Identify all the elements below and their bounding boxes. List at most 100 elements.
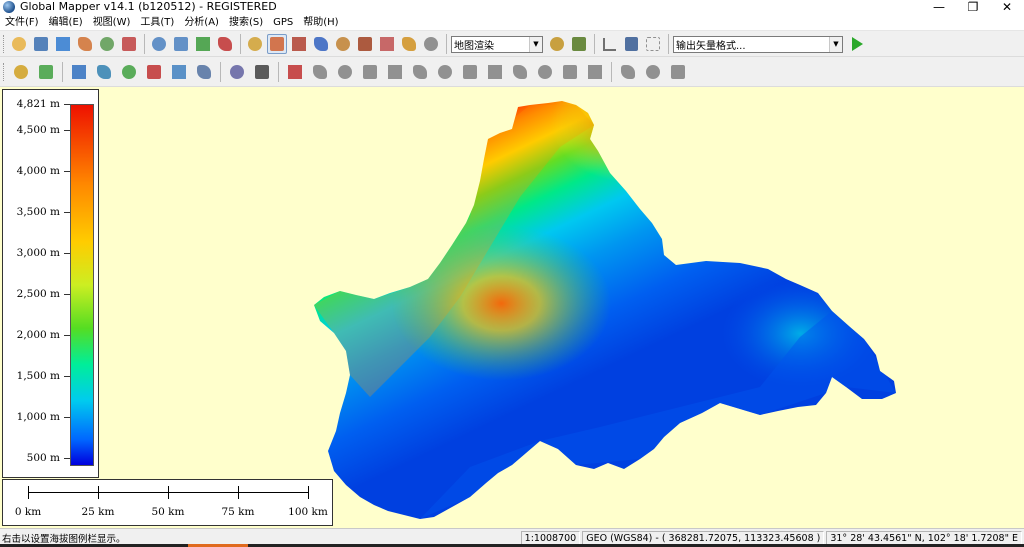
select-button[interactable] — [245, 34, 265, 54]
scale-bar[interactable]: 0 km 25 km 50 km 75 km 100 km — [2, 479, 333, 526]
shape-14-button[interactable] — [641, 60, 665, 84]
restore-button[interactable]: ❐ — [956, 0, 990, 14]
pan-button[interactable] — [267, 34, 287, 54]
draw-button[interactable] — [283, 60, 307, 84]
dem-raster — [314, 101, 896, 519]
shape-7-button[interactable] — [458, 60, 482, 84]
save-button[interactable] — [31, 34, 51, 54]
chevron-down-icon[interactable]: ▼ — [829, 36, 842, 52]
window-controls: — ❐ ✕ — [922, 0, 1024, 14]
digitizer-button[interactable] — [377, 34, 397, 54]
zoom-full-button[interactable] — [193, 34, 213, 54]
shape-8-button[interactable] — [483, 60, 507, 84]
close-button[interactable]: ✕ — [990, 0, 1024, 14]
shape-1-icon — [313, 64, 327, 79]
zoom-full-icon — [196, 37, 210, 51]
shape-8-icon — [488, 64, 502, 79]
create-point-button[interactable] — [67, 60, 91, 84]
overlay-icon — [100, 37, 114, 51]
menu-search[interactable]: 搜索(S) — [224, 14, 268, 31]
view-shed-icon — [358, 37, 372, 51]
menu-help[interactable]: 帮助(H) — [298, 14, 343, 31]
home-button[interactable] — [215, 34, 235, 54]
window-title: Global Mapper v14.1 (b120512) - REGISTER… — [20, 0, 277, 13]
toolbar-grip[interactable] — [3, 62, 6, 81]
path-tool-icon[interactable] — [599, 34, 619, 54]
menu-gps[interactable]: GPS — [268, 14, 298, 31]
shape-5-icon — [413, 64, 427, 79]
cad-button[interactable] — [142, 60, 166, 84]
overlay-button[interactable] — [97, 34, 117, 54]
toolbar-separator — [220, 61, 221, 82]
elevation-map[interactable] — [0, 87, 1024, 528]
shape-1-button[interactable] — [308, 60, 332, 84]
scale-label: 75 km — [221, 506, 255, 518]
create-area-button[interactable] — [9, 60, 33, 84]
shape-6-button[interactable] — [433, 60, 457, 84]
zoom-out-button[interactable] — [171, 34, 191, 54]
map-view[interactable]: 4,821 m 4,500 m 4,000 m 3,500 m 3,000 m 2,500… — [0, 87, 1024, 528]
app-window: Global Mapper v14.1 (b120512) - REGISTER… — [0, 0, 1024, 547]
toolbar-separator — [62, 61, 63, 82]
grid-button[interactable] — [192, 60, 216, 84]
config-button[interactable] — [119, 34, 139, 54]
shape-3-button[interactable] — [358, 60, 382, 84]
shape-4-button[interactable] — [383, 60, 407, 84]
3d-view-icon[interactable] — [569, 34, 589, 54]
split-button[interactable] — [117, 60, 141, 84]
shape-11-button[interactable] — [558, 60, 582, 84]
open-button[interactable] — [9, 34, 29, 54]
scale-tick — [168, 486, 169, 499]
shape-12-icon — [588, 64, 602, 79]
view-shed-button[interactable] — [355, 34, 375, 54]
shape-5-button[interactable] — [408, 60, 432, 84]
shape-3-icon — [363, 64, 377, 79]
rotate-button[interactable] — [167, 60, 191, 84]
shape-2-button[interactable] — [333, 60, 357, 84]
scale-label: 100 km — [288, 506, 328, 518]
vertex-add-button[interactable] — [225, 60, 249, 84]
zoom-in-icon — [152, 37, 166, 51]
toolbar-separator — [611, 61, 612, 82]
control-center-icon — [78, 37, 92, 51]
elevation-legend[interactable]: 4,821 m 4,500 m 4,000 m 3,500 m 3,000 m 2,500… — [2, 89, 99, 478]
shape-10-button[interactable] — [533, 60, 557, 84]
info-button[interactable] — [311, 34, 331, 54]
edit-vertices-button[interactable] — [92, 60, 116, 84]
menu-view[interactable]: 视图(W) — [88, 14, 136, 31]
menu-file[interactable]: 文件(F) — [0, 14, 44, 31]
path-profile-button[interactable] — [333, 34, 353, 54]
globe-button[interactable] — [53, 34, 73, 54]
menu-tools[interactable]: 工具(T) — [135, 14, 179, 31]
digitizer-icon — [380, 37, 394, 51]
chevron-down-icon[interactable]: ▼ — [529, 36, 542, 52]
create-line-button[interactable] — [34, 60, 58, 84]
shape-9-icon — [513, 64, 527, 79]
toolbar-grip[interactable] — [3, 35, 6, 53]
legend-tick — [64, 104, 70, 105]
render-mode-select[interactable]: 地图渲染 ▼ — [451, 35, 543, 53]
control-center-button[interactable] — [75, 34, 95, 54]
gps-icon[interactable] — [643, 34, 663, 54]
layer-icon[interactable] — [621, 34, 641, 54]
vertex-move-button[interactable] — [250, 60, 274, 84]
legend-label: 3,500 m — [16, 206, 60, 219]
feature-info-button[interactable] — [399, 34, 419, 54]
hand-button[interactable] — [421, 34, 441, 54]
legend-tick — [64, 375, 70, 377]
zoom-in-button[interactable] — [149, 34, 169, 54]
shape-12-button[interactable] — [583, 60, 607, 84]
shape-9-button[interactable] — [508, 60, 532, 84]
shader-icon[interactable] — [547, 34, 567, 54]
run-export-button[interactable] — [847, 34, 867, 54]
minimize-button[interactable]: — — [922, 0, 956, 14]
measure-button[interactable] — [289, 34, 309, 54]
pan-icon — [270, 37, 284, 51]
menu-analysis[interactable]: 分析(A) — [179, 14, 224, 31]
export-format-select[interactable]: 输出矢量格式... ▼ — [673, 35, 843, 53]
shape-13-button[interactable] — [616, 60, 640, 84]
shape-2-icon — [338, 64, 352, 79]
shape-15-button[interactable] — [666, 60, 690, 84]
create-area-icon — [14, 64, 28, 79]
menu-edit[interactable]: 编辑(E) — [44, 14, 88, 31]
